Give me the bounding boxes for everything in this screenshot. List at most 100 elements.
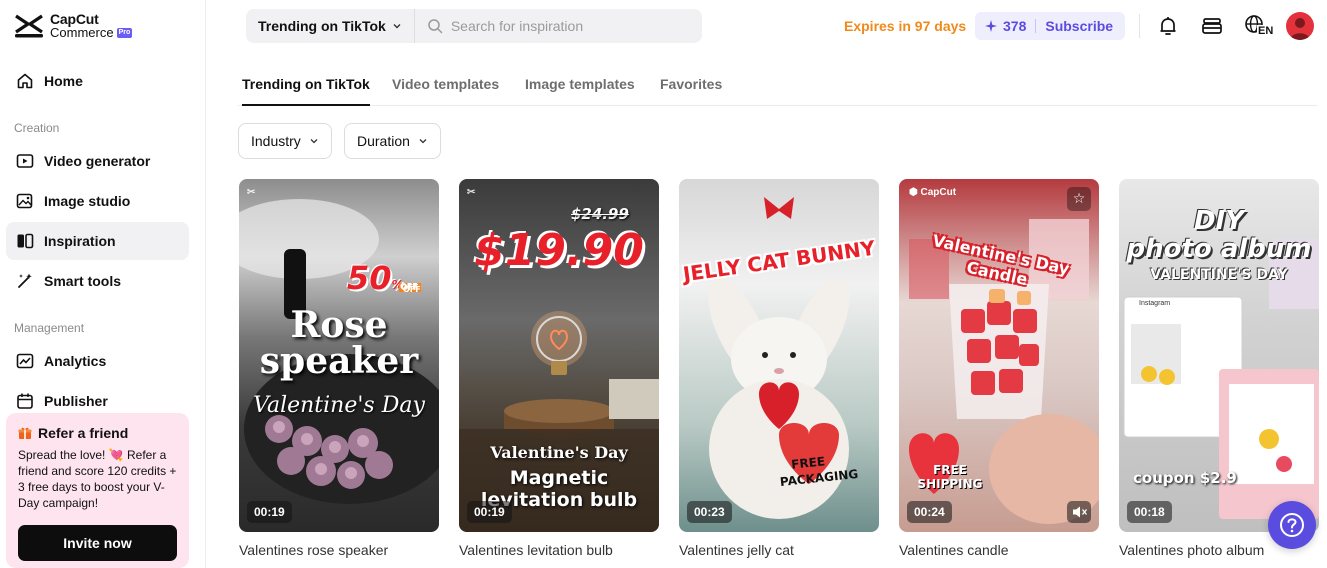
script-caption: Valentine's Day — [253, 393, 425, 418]
headline-line-3: VALENTINE'S DAY — [1150, 267, 1288, 283]
section-label-creation: Creation — [14, 121, 60, 135]
sparkle-icon — [985, 20, 997, 32]
refer-description: Spread the love! 💘 Refer a friend and sc… — [18, 448, 177, 510]
template-card[interactable]: ✂ 50% OFF Rose speaker Valentine's Day 0… — [239, 179, 439, 558]
video-plus-icon — [16, 154, 34, 168]
app-label: Instagram — [1139, 300, 1171, 307]
card-title[interactable]: Valentines candle — [899, 542, 1099, 558]
storage-stack-icon[interactable] — [1200, 14, 1224, 38]
subscribe-button[interactable]: Subscribe — [1045, 18, 1113, 34]
template-card[interactable]: ✂ $24.99 $19.90 Valentine's Day Magnetic… — [459, 179, 659, 558]
discount-label: OFF — [399, 283, 421, 292]
capcut-watermark-icon: ✂ — [467, 187, 476, 198]
headline-line-2: photo album — [1126, 234, 1312, 264]
free-shipping-badge: FREE SHIPPING — [915, 463, 985, 491]
card-title[interactable]: Valentines jelly cat — [679, 542, 879, 558]
pro-badge: Pro — [116, 27, 133, 38]
language-code: EN — [1257, 25, 1275, 37]
template-thumbnail[interactable]: JELLY CAT BUNNY FREE PACKAGING 00:23 — [679, 179, 879, 532]
app-root: CapCut Commerce Pro Home Creation Video g… — [0, 0, 1327, 568]
refer-title: Refer a friend — [38, 425, 129, 441]
credits-divider — [1035, 19, 1037, 33]
template-thumbnail[interactable]: ✂ $24.99 $19.90 Valentine's Day Magnetic… — [459, 179, 659, 532]
favorite-star-icon[interactable]: ☆ — [1067, 187, 1091, 211]
duration-badge: 00:19 — [247, 501, 292, 523]
capcut-watermark-icon: ✂ — [247, 187, 256, 198]
headline-line-1: Rose — [290, 304, 388, 346]
sidebar-item-image-studio[interactable]: Image studio — [6, 182, 189, 220]
search-icon — [428, 19, 443, 34]
capcut-watermark: ⬢ CapCut — [909, 187, 956, 198]
sidebar-item-home[interactable]: Home — [6, 62, 189, 100]
magic-wand-icon — [18, 273, 32, 288]
chevron-down-icon — [419, 139, 427, 144]
discount-badge: 50% OFF — [347, 259, 421, 297]
card-headline: Rose speaker — [239, 307, 439, 379]
brand-sub: Commerce — [50, 25, 114, 40]
card-title[interactable]: Valentines rose speaker — [239, 542, 439, 558]
credits-subscribe-pill[interactable]: 378 Subscribe — [975, 12, 1126, 40]
caption-line-1: Valentine's Day — [490, 443, 628, 462]
tab-video-templates[interactable]: Video templates — [392, 76, 499, 106]
sidebar-item-label: Analytics — [44, 353, 107, 369]
tab-favorites[interactable]: Favorites — [660, 76, 722, 106]
chevron-down-icon — [393, 24, 401, 29]
sidebar-item-label: Home — [44, 73, 83, 89]
badge-line-1: FREE — [933, 463, 967, 477]
sidebar-item-analytics[interactable]: Analytics — [6, 342, 189, 380]
search-scope-label: Trending on TikTok — [258, 18, 386, 34]
card-headline: DIY photo album — [1119, 207, 1319, 263]
discount-value: 50 — [347, 259, 392, 297]
free-packaging-badge: FREE PACKAGING — [777, 452, 859, 490]
sidebar-item-smart-tools[interactable]: Smart tools — [6, 262, 189, 300]
user-avatar[interactable] — [1286, 12, 1314, 40]
home-icon — [17, 73, 33, 89]
chevron-down-icon — [310, 139, 318, 144]
gift-icon — [18, 427, 32, 439]
template-thumbnail[interactable]: ⬢ CapCut ☆ Valentine's Day Candle FREE S… — [899, 179, 1099, 532]
duration-filter-dropdown[interactable]: Duration — [344, 123, 441, 159]
search-input[interactable] — [450, 18, 691, 34]
template-card[interactable]: JELLY CAT BUNNY FREE PACKAGING 00:23 Val… — [679, 179, 879, 558]
question-mark-icon — [1280, 513, 1304, 537]
sidebar-item-video-generator[interactable]: Video generator — [6, 142, 189, 180]
old-price: $24.99 — [571, 205, 629, 223]
watermark-text: CapCut — [920, 187, 957, 198]
help-button[interactable] — [1268, 501, 1316, 549]
tab-trending-on-tiktok[interactable]: Trending on TikTok — [242, 76, 370, 106]
capcut-commerce-logo[interactable]: CapCut Commerce Pro — [14, 12, 133, 40]
sidebar-item-label: Image studio — [44, 193, 131, 209]
template-thumbnail[interactable]: DIY photo album VALENTINE'S DAY Instagra… — [1119, 179, 1319, 532]
sidebar-item-inspiration[interactable]: Inspiration — [6, 222, 189, 260]
sidebar-item-label: Smart tools — [44, 273, 122, 289]
capcut-logo-icon — [14, 12, 44, 40]
sidebar-item-label: Publisher — [44, 393, 108, 409]
calendar-icon — [17, 393, 33, 409]
industry-filter-dropdown[interactable]: Industry — [238, 123, 332, 159]
card-title[interactable]: Valentines levitation bulb — [459, 542, 659, 558]
search-scope-dropdown[interactable]: Trending on TikTok — [246, 9, 415, 43]
duration-badge: 00:18 — [1127, 501, 1172, 523]
search-field — [415, 9, 702, 43]
content-tabs: Trending on TikTok Video templates Image… — [238, 62, 1318, 106]
badge-line-2: SHIPPING — [917, 477, 983, 491]
filter-label: Duration — [357, 133, 410, 149]
template-card[interactable]: ⬢ CapCut ☆ Valentine's Day Candle FREE S… — [899, 179, 1099, 558]
headline-line-1: DIY — [1193, 206, 1245, 236]
refer-a-friend-card: Refer a friend Spread the love! 💘 Refer … — [6, 413, 189, 568]
sidebar: CapCut Commerce Pro Home Creation Video g… — [0, 0, 206, 568]
language-globe-icon[interactable]: EN — [1244, 14, 1275, 38]
caption-line-2: Magnetic — [509, 467, 609, 489]
tab-image-templates[interactable]: Image templates — [525, 76, 635, 106]
duration-badge: 00:24 — [907, 501, 952, 523]
invite-now-button[interactable]: Invite now — [18, 525, 177, 561]
subscription-expiry-text: Expires in 97 days — [844, 18, 967, 34]
section-label-management: Management — [14, 321, 85, 335]
template-thumbnail[interactable]: ✂ 50% OFF Rose speaker Valentine's Day 0… — [239, 179, 439, 532]
duration-badge: 00:23 — [687, 501, 732, 523]
search-bar: Trending on TikTok — [246, 9, 702, 43]
inspiration-icon — [17, 233, 34, 249]
mute-icon[interactable] — [1067, 501, 1091, 523]
notification-bell-icon[interactable] — [1156, 14, 1180, 38]
coupon-text: coupon $2.9 — [1133, 469, 1237, 487]
